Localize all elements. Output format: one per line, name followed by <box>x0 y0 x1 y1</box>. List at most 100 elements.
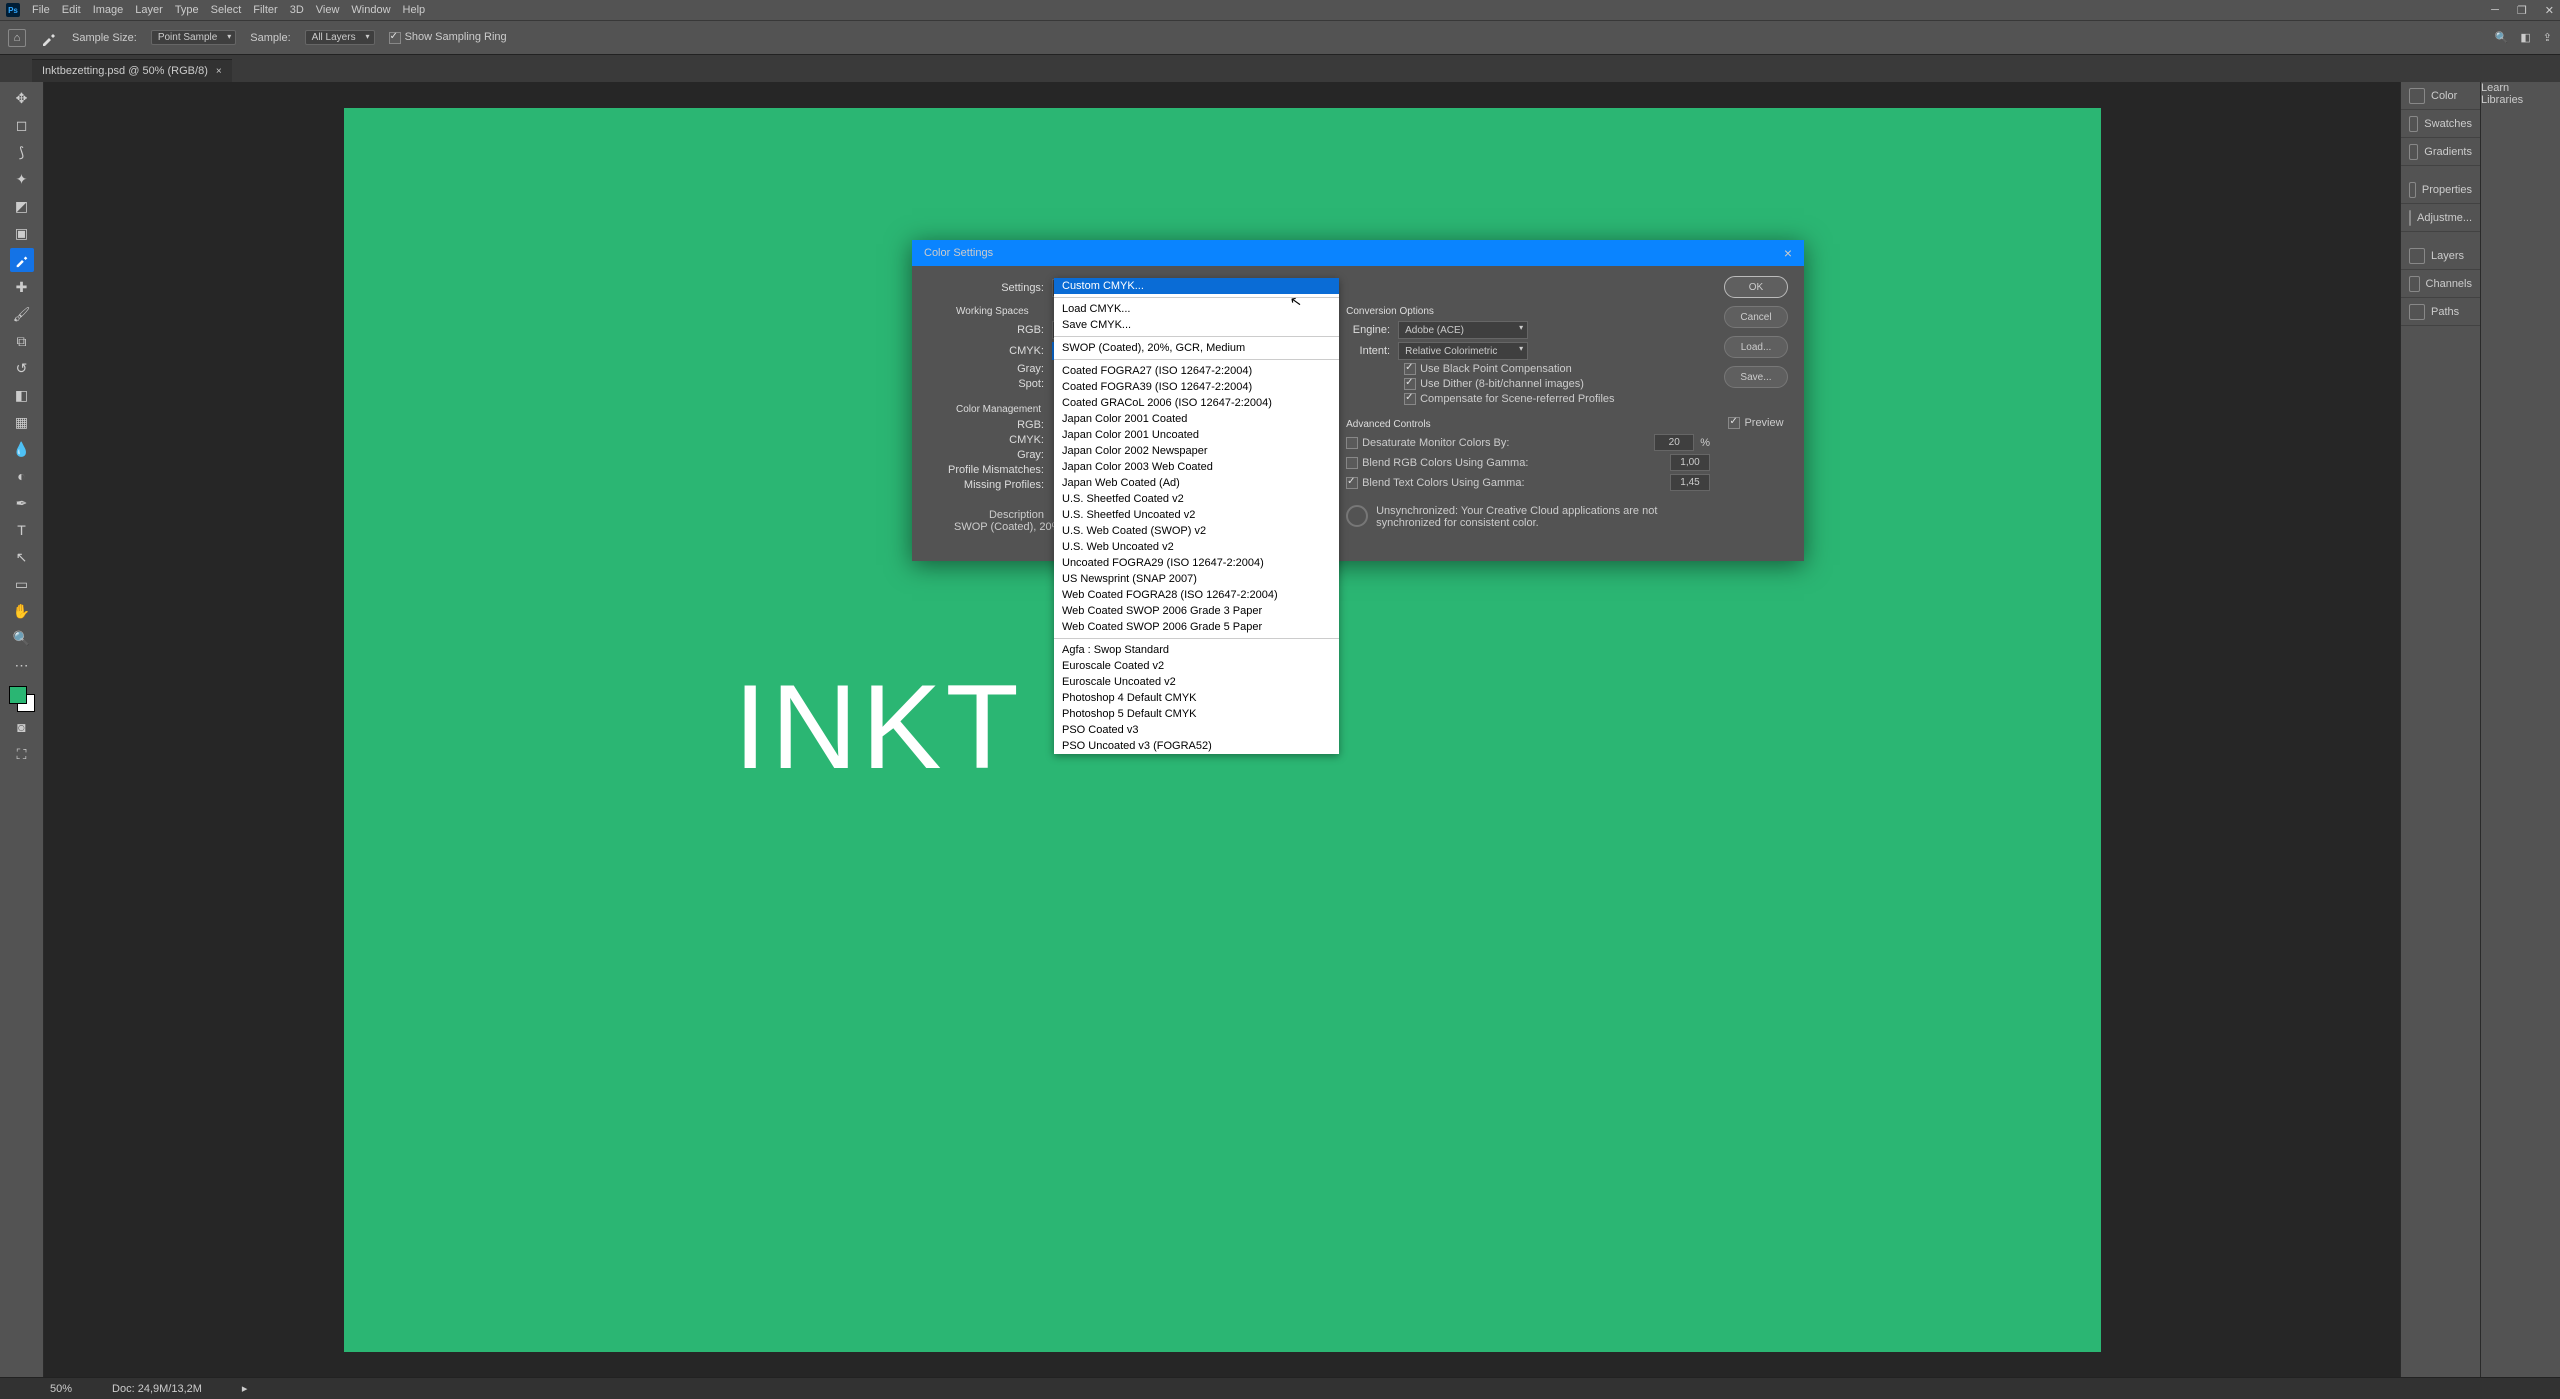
move-tool[interactable]: ✥ <box>10 86 34 110</box>
panel-learn[interactable]: Learn <box>2481 82 2560 94</box>
cmyk-option[interactable]: PSO Coated v3 <box>1054 722 1339 738</box>
hand-tool[interactable]: ✋ <box>10 599 34 623</box>
gradient-tool[interactable]: ▦ <box>10 410 34 434</box>
ok-button[interactable]: OK <box>1724 276 1788 298</box>
blend-text-checkbox[interactable] <box>1346 477 1358 489</box>
eyedropper-tool-icon[interactable] <box>40 29 58 47</box>
status-chevron-icon[interactable]: ▸ <box>242 1382 248 1395</box>
blur-tool[interactable]: 💧 <box>10 437 34 461</box>
home-icon[interactable]: ⌂ <box>8 29 26 47</box>
fg-color[interactable] <box>9 686 27 704</box>
menu-select[interactable]: Select <box>211 4 242 16</box>
desat-input[interactable] <box>1654 434 1694 451</box>
search-icon[interactable]: 🔍 <box>2495 31 2509 44</box>
path-tool[interactable]: ↖ <box>10 545 34 569</box>
dodge-tool[interactable]: ◐ <box>10 464 34 488</box>
menu-image[interactable]: Image <box>93 4 124 16</box>
shape-tool[interactable]: ▭ <box>10 572 34 596</box>
cmyk-option[interactable]: Web Coated SWOP 2006 Grade 3 Paper <box>1054 603 1339 619</box>
type-tool[interactable]: T <box>10 518 34 542</box>
cmyk-option[interactable]: U.S. Sheetfed Uncoated v2 <box>1054 507 1339 523</box>
cmyk-option[interactable]: Japan Web Coated (Ad) <box>1054 475 1339 491</box>
panel-layers[interactable]: Layers <box>2401 242 2480 270</box>
close-icon[interactable]: ✕ <box>2545 4 2554 17</box>
dither-checkbox[interactable] <box>1404 378 1416 390</box>
cmyk-dropdown-menu[interactable]: Custom CMYK...Load CMYK...Save CMYK...SW… <box>1054 278 1339 754</box>
minimize-icon[interactable]: ─ <box>2491 4 2499 17</box>
lasso-tool[interactable]: ⟆ <box>10 140 34 164</box>
panel-properties[interactable]: Properties <box>2401 176 2480 204</box>
cmyk-option[interactable]: Photoshop 5 Default CMYK <box>1054 706 1339 722</box>
cmyk-option[interactable]: Save CMYK... <box>1054 317 1339 333</box>
panel-swatches[interactable]: Swatches <box>2401 110 2480 138</box>
cmyk-option[interactable]: Coated FOGRA27 (ISO 12647-2:2004) <box>1054 363 1339 379</box>
quickmask-tool[interactable]: ◙ <box>10 715 34 739</box>
blackpoint-checkbox[interactable] <box>1404 363 1416 375</box>
cmyk-option[interactable]: PSO Uncoated v3 (FOGRA52) <box>1054 738 1339 754</box>
blend-rgb-input[interactable] <box>1670 454 1710 471</box>
sample-select[interactable]: All Layers <box>305 30 375 45</box>
show-ring-checkbox[interactable] <box>389 32 401 44</box>
tab-close-icon[interactable]: × <box>216 66 222 77</box>
menu-window[interactable]: Window <box>351 4 390 16</box>
cmyk-option[interactable]: Japan Color 2001 Uncoated <box>1054 427 1339 443</box>
cmyk-option[interactable]: SWOP (Coated), 20%, GCR, Medium <box>1054 340 1339 356</box>
cmyk-option[interactable]: Uncoated FOGRA29 (ISO 12647-2:2004) <box>1054 555 1339 571</box>
menu-layer[interactable]: Layer <box>135 4 163 16</box>
marquee-tool[interactable]: ◻ <box>10 113 34 137</box>
heal-tool[interactable]: ✚ <box>10 275 34 299</box>
cmyk-option[interactable]: Agfa : Swop Standard <box>1054 642 1339 658</box>
dialog-close-icon[interactable]: × <box>1784 245 1792 261</box>
cmyk-option[interactable]: U.S. Sheetfed Coated v2 <box>1054 491 1339 507</box>
cmyk-option[interactable]: U.S. Web Uncoated v2 <box>1054 539 1339 555</box>
panel-channels[interactable]: Channels <box>2401 270 2480 298</box>
brush-tool[interactable]: 🖌 <box>10 302 34 326</box>
cmyk-option[interactable]: Custom CMYK... <box>1054 278 1339 294</box>
preview-checkbox[interactable] <box>1728 417 1740 429</box>
cmyk-option[interactable]: Japan Color 2001 Coated <box>1054 411 1339 427</box>
panel-paths[interactable]: Paths <box>2401 298 2480 326</box>
frame-tool[interactable]: ▣ <box>10 221 34 245</box>
history-brush-tool[interactable]: ↺ <box>10 356 34 380</box>
menu-file[interactable]: File <box>32 4 50 16</box>
scene-checkbox[interactable] <box>1404 393 1416 405</box>
menu-view[interactable]: View <box>316 4 340 16</box>
color-swatch[interactable] <box>9 686 35 712</box>
sample-size-select[interactable]: Point Sample <box>151 30 236 45</box>
pen-tool[interactable]: ✒ <box>10 491 34 515</box>
menu-3d[interactable]: 3D <box>290 4 304 16</box>
maximize-icon[interactable]: ❐ <box>2517 4 2527 17</box>
load-button[interactable]: Load... <box>1724 336 1788 358</box>
eyedropper-tool[interactable] <box>10 248 34 272</box>
blend-rgb-checkbox[interactable] <box>1346 457 1358 469</box>
engine-select[interactable]: Adobe (ACE) <box>1398 321 1528 339</box>
menu-help[interactable]: Help <box>403 4 426 16</box>
menu-edit[interactable]: Edit <box>62 4 81 16</box>
crop-tool[interactable]: ◩ <box>10 194 34 218</box>
more-tools[interactable]: ⋯ <box>10 653 34 677</box>
panel-libraries[interactable]: Libraries <box>2481 94 2560 106</box>
share-icon[interactable]: ⇪ <box>2543 31 2552 44</box>
menu-filter[interactable]: Filter <box>253 4 277 16</box>
intent-select[interactable]: Relative Colorimetric <box>1398 342 1528 360</box>
blend-text-input[interactable] <box>1670 474 1710 491</box>
cmyk-option[interactable]: Web Coated SWOP 2006 Grade 5 Paper <box>1054 619 1339 635</box>
zoom-level[interactable]: 50% <box>50 1383 72 1395</box>
cmyk-option[interactable]: Euroscale Uncoated v2 <box>1054 674 1339 690</box>
cmyk-option[interactable]: US Newsprint (SNAP 2007) <box>1054 571 1339 587</box>
cancel-button[interactable]: Cancel <box>1724 306 1788 328</box>
menu-type[interactable]: Type <box>175 4 199 16</box>
workspace-icon[interactable]: ◧ <box>2520 31 2530 44</box>
save-button[interactable]: Save... <box>1724 366 1788 388</box>
cmyk-option[interactable]: Coated FOGRA39 (ISO 12647-2:2004) <box>1054 379 1339 395</box>
screenmode-tool[interactable]: ⛶ <box>10 742 34 766</box>
panel-gradients[interactable]: Gradients <box>2401 138 2480 166</box>
cmyk-option[interactable]: Japan Color 2002 Newspaper <box>1054 443 1339 459</box>
panel-adjustments[interactable]: Adjustme... <box>2401 204 2480 232</box>
eraser-tool[interactable]: ◧ <box>10 383 34 407</box>
cmyk-option[interactable]: U.S. Web Coated (SWOP) v2 <box>1054 523 1339 539</box>
cmyk-option[interactable]: Coated GRACoL 2006 (ISO 12647-2:2004) <box>1054 395 1339 411</box>
document-tab[interactable]: Inktbezetting.psd @ 50% (RGB/8) × <box>32 59 232 82</box>
wand-tool[interactable]: ✦ <box>10 167 34 191</box>
cmyk-option[interactable]: Web Coated FOGRA28 (ISO 12647-2:2004) <box>1054 587 1339 603</box>
